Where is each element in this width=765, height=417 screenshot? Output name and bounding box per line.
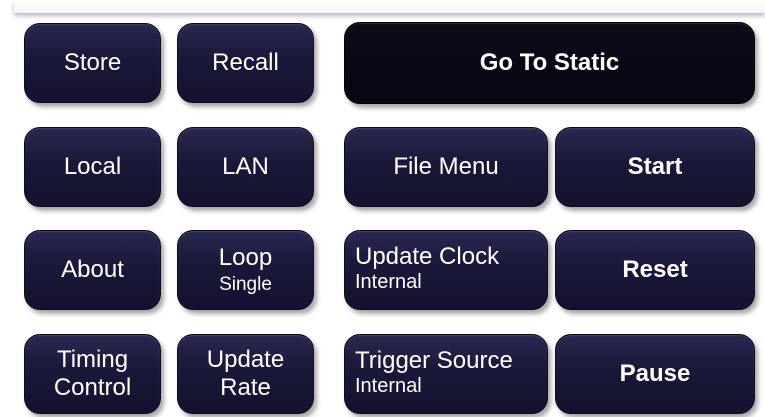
- timing-control-button[interactable]: Timing Control: [24, 334, 161, 414]
- go-to-static-button[interactable]: Go To Static: [344, 22, 755, 104]
- recall-button[interactable]: Recall: [177, 23, 314, 103]
- pause-label: Pause: [619, 360, 691, 388]
- loop-label: Loop: [218, 244, 273, 272]
- about-button[interactable]: About: [24, 230, 161, 310]
- loop-value: Single: [219, 273, 272, 295]
- local-button[interactable]: Local: [24, 127, 161, 207]
- lan-button[interactable]: LAN: [177, 127, 314, 207]
- about-label: About: [61, 256, 124, 284]
- update-rate-button[interactable]: Update Rate: [177, 334, 314, 414]
- update-clock-button[interactable]: Update Clock Internal: [344, 230, 548, 310]
- trigger-source-label: Trigger Source: [355, 347, 513, 374]
- lan-label: LAN: [222, 153, 269, 181]
- reset-label: Reset: [622, 256, 688, 284]
- update-clock-label: Update Clock: [355, 243, 500, 270]
- update-rate-line2: Rate: [220, 374, 271, 401]
- top-panel-edge: [14, 0, 765, 13]
- file-menu-button[interactable]: File Menu: [344, 127, 548, 207]
- file-menu-label: File Menu: [393, 153, 499, 181]
- trigger-source-value: Internal: [355, 374, 422, 397]
- loop-button[interactable]: Loop Single: [177, 230, 314, 310]
- start-button[interactable]: Start: [555, 127, 755, 207]
- store-button[interactable]: Store: [24, 23, 161, 103]
- timing-control-line1: Timing: [56, 346, 129, 374]
- update-rate-line1: Update: [206, 346, 285, 374]
- store-label: Store: [63, 49, 122, 77]
- reset-button[interactable]: Reset: [555, 230, 755, 310]
- trigger-source-button[interactable]: Trigger Source Internal: [344, 334, 548, 414]
- start-label: Start: [627, 153, 683, 181]
- go-to-static-label: Go To Static: [479, 49, 620, 77]
- pause-button[interactable]: Pause: [555, 334, 755, 414]
- local-label: Local: [63, 153, 122, 181]
- timing-control-line2: Control: [53, 374, 132, 401]
- update-clock-value: Internal: [355, 270, 422, 293]
- recall-label: Recall: [212, 49, 279, 77]
